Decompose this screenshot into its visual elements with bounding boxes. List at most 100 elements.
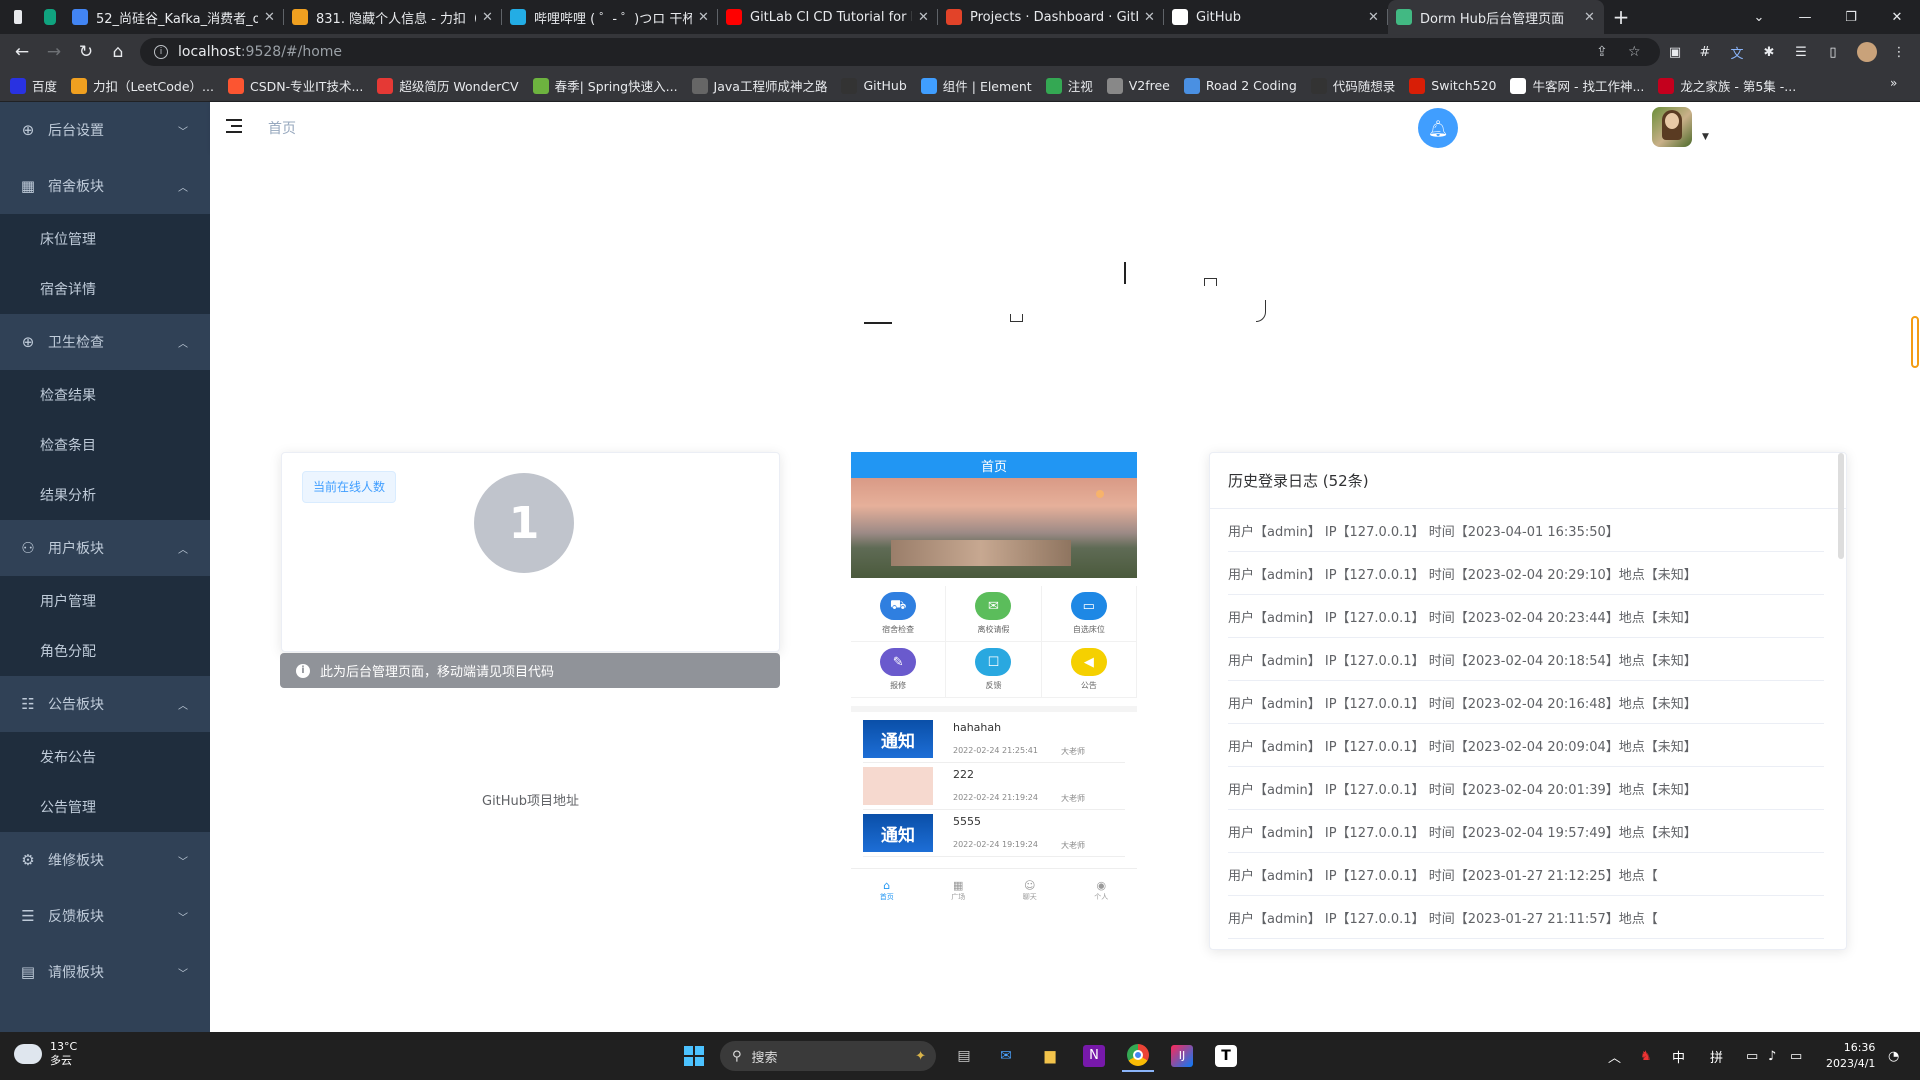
- sidebar-menu-6[interactable]: ☰ 反馈板块 ﹀: [0, 888, 210, 944]
- qq-tray-icon[interactable]: ♞: [1640, 1032, 1652, 1080]
- sidebar-menu-7[interactable]: ▤ 请假板块 ﹀: [0, 944, 210, 1000]
- tab-close-icon[interactable]: ✕: [1144, 10, 1156, 25]
- chrome-icon[interactable]: [1122, 1040, 1154, 1072]
- bookmark-item[interactable]: GitHub: [841, 77, 907, 94]
- bookmark-item[interactable]: Road 2 Coding: [1183, 77, 1297, 94]
- sidebar-item[interactable]: 检查结果: [0, 370, 210, 420]
- sidebar-menu-4[interactable]: ☷ 公告板块 ︿: [0, 676, 210, 732]
- tab-close-icon[interactable]: ✕: [482, 10, 494, 25]
- forward-button[interactable]: →: [38, 36, 70, 68]
- extensions-puzzle-icon[interactable]: ✱: [1756, 38, 1782, 66]
- close-window-button[interactable]: ✕: [1874, 0, 1920, 34]
- sidebar-menu-5[interactable]: ⚙ 维修板块 ﹀: [0, 832, 210, 888]
- sidebar-menu-3[interactable]: ⚇ 用户板块 ︿: [0, 520, 210, 576]
- restore-button[interactable]: ❐: [1828, 0, 1874, 34]
- browser-tab[interactable]: Dorm Hub后台管理页面 ✕: [1388, 0, 1604, 34]
- user-avatar[interactable]: [1652, 107, 1692, 147]
- network-icon[interactable]: ▭: [1746, 1032, 1758, 1080]
- sidebar-menu-0[interactable]: ⊕ 后台设置 ﹀: [0, 102, 210, 158]
- github-project-link[interactable]: GitHub项目地址: [482, 790, 579, 809]
- bookmark-item[interactable]: 注视: [1045, 76, 1093, 95]
- bookmark-item[interactable]: 百度: [10, 76, 57, 95]
- browser-tab[interactable]: Projects · Dashboard · GitLa ✕: [938, 0, 1164, 34]
- task-view-icon[interactable]: ▤: [948, 1040, 980, 1072]
- bookmark-item[interactable]: Switch520: [1409, 77, 1496, 94]
- notification-center-icon[interactable]: ◔: [1888, 1032, 1899, 1080]
- sidebar-item[interactable]: 床位管理: [0, 214, 210, 264]
- intellij-icon[interactable]: IJ: [1166, 1040, 1198, 1072]
- taskbar-clock[interactable]: 16:36 2023/4/1: [1826, 1040, 1875, 1072]
- ime-language[interactable]: 中: [1672, 1032, 1685, 1080]
- extension-screenshot-icon[interactable]: ▣: [1662, 38, 1688, 66]
- taskbar-search-box[interactable]: ⚲ 搜索 ✦: [720, 1041, 936, 1071]
- browser-tab[interactable]: GitLab CI CD Tutorial for Be ✕: [718, 0, 938, 34]
- bookmarks-overflow-icon[interactable]: »: [1890, 76, 1897, 90]
- bookmark-item[interactable]: V2free: [1106, 77, 1170, 94]
- profile-avatar[interactable]: [1854, 38, 1880, 66]
- caret-down-icon[interactable]: ▼: [1702, 132, 1709, 142]
- tab-close-icon[interactable]: ✕: [698, 10, 710, 25]
- browser-tab[interactable]: 哔哩哔哩 ( ゜- ゜)つロ 干杯~-b ✕: [502, 0, 718, 34]
- sidebar-item[interactable]: 公告管理: [0, 782, 210, 832]
- notification-bell-icon[interactable]: 🔔︎: [1418, 108, 1458, 148]
- reading-list-icon[interactable]: ☰: [1788, 38, 1814, 66]
- bookmark-item[interactable]: 代码随想录: [1310, 76, 1395, 95]
- weather-widget[interactable]: 13°C 多云: [10, 1038, 77, 1068]
- share-icon[interactable]: ⇪: [1596, 38, 1608, 66]
- browser-tab[interactable]: 831. 隐藏个人信息 - 力扣（Le ✕: [284, 0, 502, 34]
- page-scrollbar[interactable]: [1911, 316, 1919, 368]
- bookmark-item[interactable]: Java工程师成神之路: [691, 76, 827, 95]
- hamburger-menu-icon[interactable]: [226, 118, 244, 134]
- tab-close-icon[interactable]: ✕: [1368, 10, 1380, 25]
- site-info-icon[interactable]: i: [154, 45, 168, 59]
- sidebar-item[interactable]: 发布公告: [0, 732, 210, 782]
- bookmark-item[interactable]: CSDN-专业IT技术...: [227, 76, 363, 95]
- sidebar-item[interactable]: 结果分析: [0, 470, 210, 520]
- tab-close-icon[interactable]: ✕: [264, 10, 276, 25]
- bookmark-star-icon[interactable]: ☆: [1628, 38, 1641, 66]
- windows-start-icon[interactable]: [678, 1040, 710, 1072]
- bookmark-item[interactable]: 牛客网 - 找工作神...: [1510, 76, 1644, 95]
- tab-search-chevron-icon[interactable]: ⌄: [1736, 0, 1782, 34]
- tab-close-icon[interactable]: ✕: [918, 10, 930, 25]
- chatgpt-tab-icon[interactable]: [30, 0, 64, 34]
- back-button[interactable]: ←: [6, 36, 38, 68]
- bookmark-item[interactable]: 龙之家族 - 第5集 -...: [1658, 76, 1796, 95]
- browser-tab[interactable]: 52_尚硅谷_Kafka_消费者_offs ✕: [64, 0, 284, 34]
- sidebar-item[interactable]: 角色分配: [0, 626, 210, 676]
- bookmark-item[interactable]: 力扣（LeetCode）...: [71, 76, 214, 95]
- sidebar-item[interactable]: 宿舍详情: [0, 264, 210, 314]
- translate-icon[interactable]: 文: [1724, 38, 1750, 66]
- volume-icon[interactable]: ♪: [1768, 1032, 1776, 1080]
- browser-tab[interactable]: GitHub ✕: [1164, 0, 1388, 34]
- bookmark-item[interactable]: 春季| Spring快速入...: [532, 76, 678, 95]
- home-button[interactable]: ⌂: [102, 36, 134, 68]
- tab-search-button[interactable]: [0, 0, 30, 34]
- tab-title: Projects · Dashboard · GitLa: [970, 9, 1138, 25]
- sidebar-menu-1[interactable]: ▦ 宿舍板块 ︿: [0, 158, 210, 214]
- minimize-button[interactable]: —: [1782, 0, 1828, 34]
- chrome-menu-icon[interactable]: ⋮: [1886, 38, 1912, 66]
- sidebar-menu-2[interactable]: ⊕ 卫生检查 ︿: [0, 314, 210, 370]
- file-explorer-icon[interactable]: ▆: [1034, 1040, 1066, 1072]
- breadcrumb[interactable]: 首页: [268, 118, 296, 138]
- extension-hash-icon[interactable]: #: [1692, 38, 1718, 66]
- reload-button[interactable]: ↻: [70, 36, 102, 68]
- address-bar[interactable]: i localhost:9528/#/home ⇪ ☆: [140, 38, 1660, 66]
- side-panel-icon[interactable]: ▯: [1820, 38, 1846, 66]
- ime-mode[interactable]: 拼: [1710, 1032, 1723, 1080]
- sidebar-item[interactable]: 检查条目: [0, 420, 210, 470]
- tray-overflow-icon[interactable]: ︿: [1608, 1032, 1621, 1080]
- typora-icon[interactable]: T: [1210, 1040, 1242, 1072]
- tab-favicon-icon: [1396, 9, 1412, 25]
- login-log-scrollbar[interactable]: [1838, 453, 1844, 559]
- new-tab-button[interactable]: +: [1604, 5, 1638, 29]
- bookmark-item[interactable]: 组件 | Element: [920, 76, 1032, 95]
- tab-close-icon[interactable]: ✕: [1584, 10, 1596, 25]
- mail-icon[interactable]: ✉: [990, 1040, 1022, 1072]
- mobile-header: 首页: [851, 452, 1137, 478]
- bookmark-item[interactable]: 超级简历 WonderCV: [377, 76, 519, 95]
- onenote-icon[interactable]: N: [1078, 1040, 1110, 1072]
- sidebar-item[interactable]: 用户管理: [0, 576, 210, 626]
- battery-icon[interactable]: ▭: [1790, 1032, 1802, 1080]
